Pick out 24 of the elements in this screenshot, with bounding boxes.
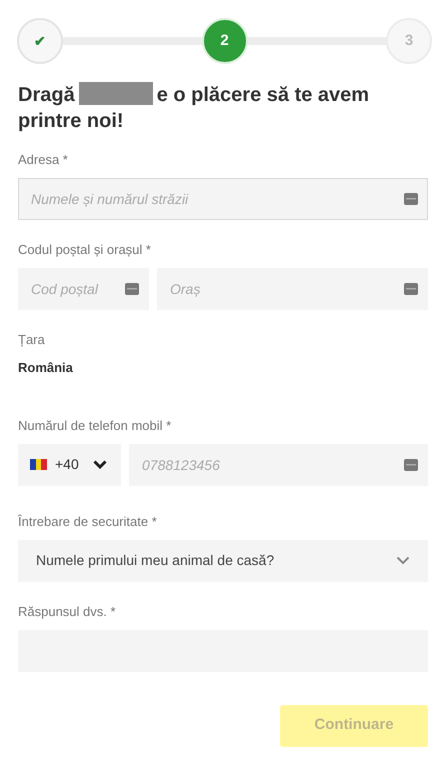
chevron-down-icon bbox=[92, 460, 107, 469]
input-field[interactable]: Numele și numărul străzii bbox=[18, 178, 428, 220]
heading-text: Dragă bbox=[18, 84, 75, 106]
step-circle: ✔ bbox=[17, 18, 63, 64]
field-label: Întrebare de securitate * bbox=[18, 514, 157, 528]
field-label: Numărul de telefon mobil * bbox=[18, 418, 172, 432]
field-label: Adresa * bbox=[18, 152, 68, 167]
security-question-select[interactable]: Numele primului meu animal de casă? bbox=[18, 540, 428, 582]
heading-text: e o plăcere să te avem bbox=[156, 84, 370, 106]
autofill-icon bbox=[125, 283, 139, 295]
autofill-icon bbox=[404, 458, 418, 470]
step-circle: 3 bbox=[386, 18, 432, 64]
heading-text: printre noi! bbox=[18, 110, 124, 132]
chevron-down-icon bbox=[396, 556, 410, 565]
country-code-dropdown[interactable]: +40 bbox=[18, 444, 121, 486]
autofill-icon bbox=[404, 193, 418, 205]
autofill-icon bbox=[404, 283, 418, 295]
field-label: Țara bbox=[18, 332, 45, 347]
select-value: Numele primului meu animal de casă? bbox=[36, 551, 274, 570]
country-value: România bbox=[18, 359, 74, 377]
flag-icon bbox=[30, 459, 47, 470]
field-label: Codul poștal și orașul * bbox=[18, 242, 151, 257]
step-circle: 2 bbox=[202, 18, 248, 64]
field-label: Răspunsul dvs. * bbox=[18, 604, 116, 618]
